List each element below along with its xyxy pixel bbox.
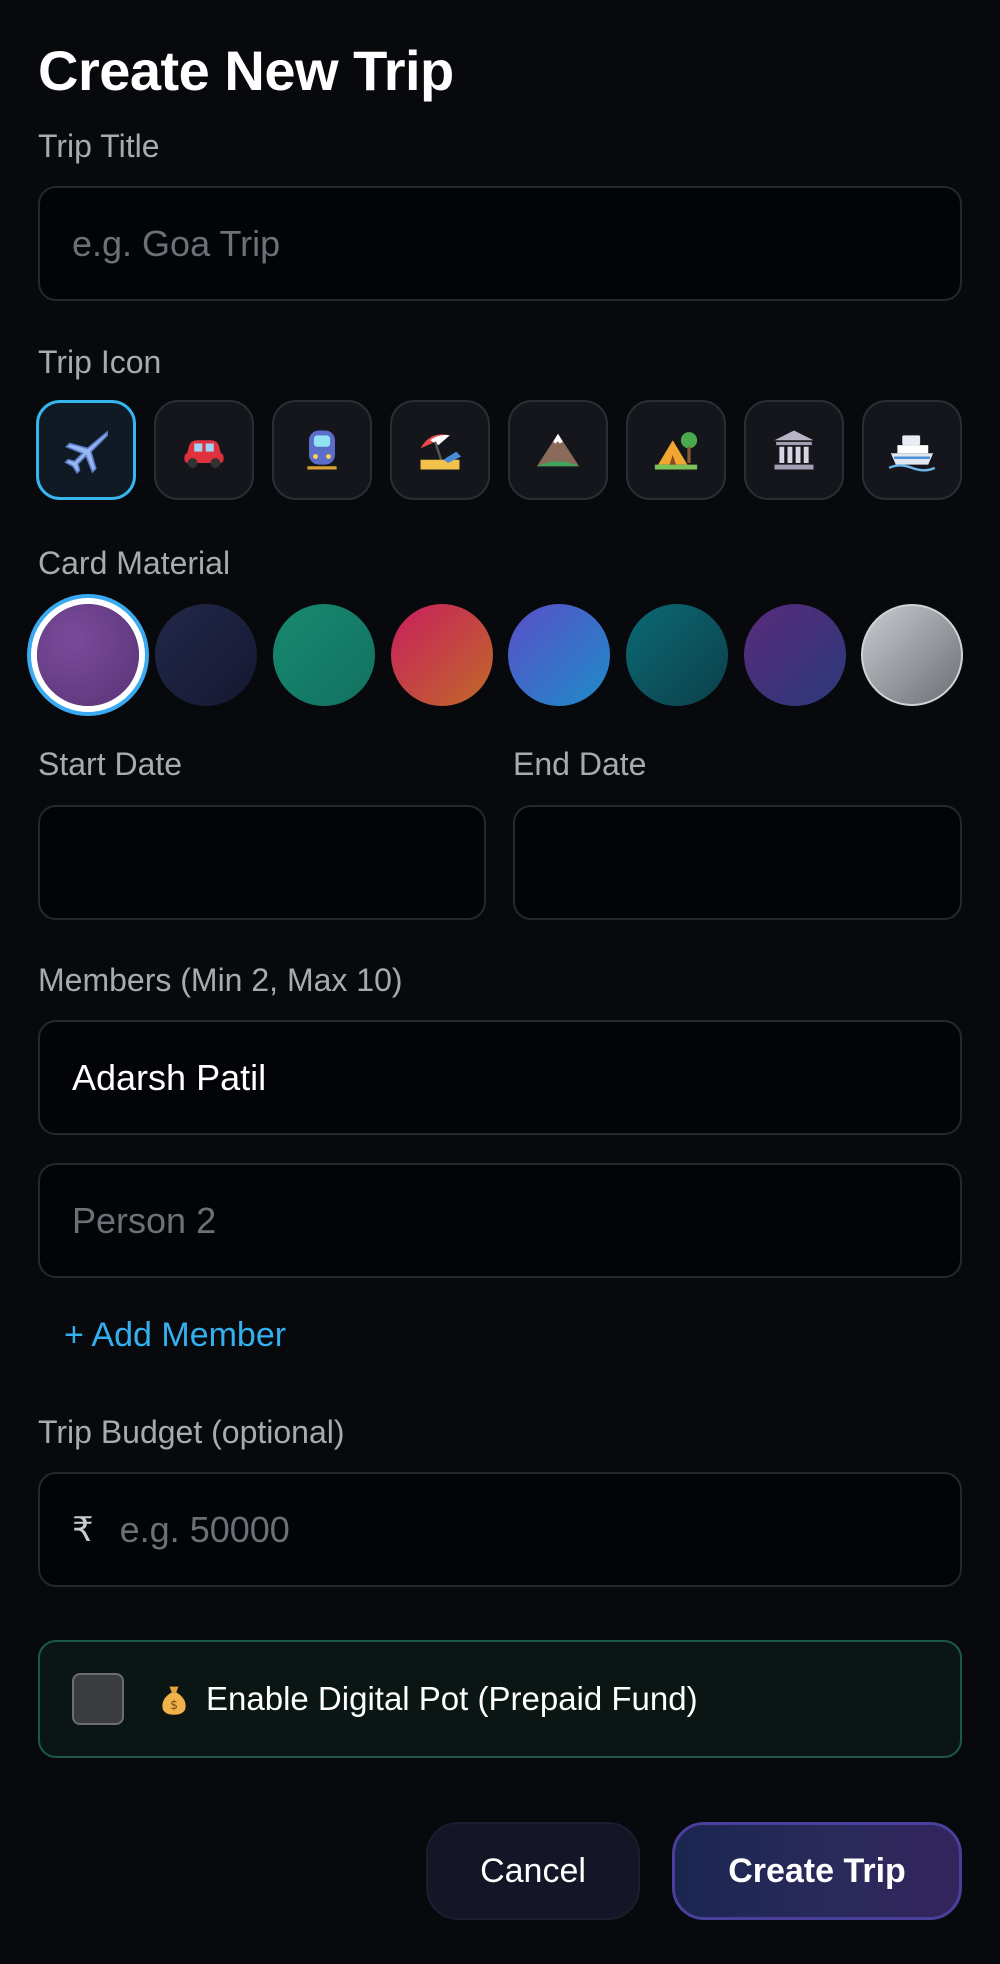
trip-title-placeholder: e.g. Goa Trip bbox=[72, 222, 281, 264]
money-bag-icon: $ bbox=[162, 1686, 186, 1715]
trip-budget-input[interactable]: ₹ e.g. 50000 bbox=[38, 1472, 962, 1587]
icon-option-mountain[interactable] bbox=[508, 400, 608, 500]
cancel-button[interactable]: Cancel bbox=[426, 1822, 640, 1920]
digital-pot-label-text: Enable Digital Pot (Prepaid Fund) bbox=[206, 1680, 698, 1717]
member-1-value: Adarsh Patil bbox=[72, 1056, 267, 1098]
swatch-purple[interactable] bbox=[37, 604, 139, 706]
train-icon bbox=[307, 430, 337, 470]
mountain-icon bbox=[536, 433, 580, 467]
digital-pot-checkbox[interactable] bbox=[72, 1673, 124, 1725]
trip-title-input[interactable]: e.g. Goa Trip bbox=[38, 186, 962, 301]
swatch-deep-teal[interactable] bbox=[626, 604, 728, 706]
end-date-label: End Date bbox=[513, 746, 647, 782]
swatch-pink-orange[interactable] bbox=[391, 604, 493, 706]
swatch-navy[interactable] bbox=[155, 604, 257, 706]
icon-option-car[interactable] bbox=[154, 400, 254, 500]
card-material-label: Card Material bbox=[38, 545, 231, 581]
beach-umbrella-icon bbox=[420, 434, 462, 470]
members-label: Members (Min 2, Max 10) bbox=[38, 962, 403, 998]
ship-icon bbox=[888, 435, 936, 472]
classical-building-icon bbox=[774, 430, 814, 470]
swatch-indigo-cyan[interactable] bbox=[508, 604, 610, 706]
airplane-icon bbox=[64, 430, 108, 475]
swatch-silver[interactable] bbox=[861, 604, 963, 706]
icon-option-beach[interactable] bbox=[390, 400, 490, 500]
start-date-label: Start Date bbox=[38, 746, 183, 782]
digital-pot-label: $ Enable Digital Pot (Prepaid Fund) bbox=[156, 1680, 698, 1718]
swatch-teal[interactable] bbox=[273, 604, 375, 706]
digital-pot-option[interactable]: $ Enable Digital Pot (Prepaid Fund) bbox=[38, 1640, 962, 1758]
create-trip-button[interactable]: Create Trip bbox=[672, 1822, 962, 1920]
swatch-violet[interactable] bbox=[744, 604, 846, 706]
trip-icon-label: Trip Icon bbox=[38, 344, 162, 380]
trip-title-label: Trip Title bbox=[38, 128, 160, 164]
add-member-button[interactable]: + Add Member bbox=[64, 1316, 286, 1355]
end-date-input[interactable] bbox=[513, 805, 962, 920]
svg-text:$: $ bbox=[170, 1698, 178, 1712]
icon-option-airplane[interactable] bbox=[36, 400, 136, 500]
trip-budget-placeholder: e.g. 50000 bbox=[119, 1508, 290, 1550]
car-icon bbox=[184, 440, 224, 468]
member-input-2[interactable]: Person 2 bbox=[38, 1163, 962, 1278]
page-title: Create New Trip bbox=[38, 39, 454, 102]
trip-budget-label-suffix: (optional) bbox=[211, 1414, 345, 1450]
icon-option-ship[interactable] bbox=[862, 400, 962, 500]
icon-option-train[interactable] bbox=[272, 400, 372, 500]
start-date-input[interactable] bbox=[38, 805, 486, 920]
trip-budget-label: Trip Budget (optional) bbox=[38, 1414, 345, 1451]
camping-icon bbox=[654, 432, 698, 470]
rupee-icon: ₹ bbox=[72, 1510, 94, 1549]
trip-budget-label-text: Trip Budget bbox=[38, 1414, 203, 1450]
member-2-placeholder: Person 2 bbox=[72, 1199, 217, 1241]
icon-option-camping[interactable] bbox=[626, 400, 726, 500]
trip-icon-picker bbox=[36, 398, 964, 504]
icon-option-building[interactable] bbox=[744, 400, 844, 500]
member-input-1[interactable]: Adarsh Patil bbox=[38, 1020, 962, 1135]
